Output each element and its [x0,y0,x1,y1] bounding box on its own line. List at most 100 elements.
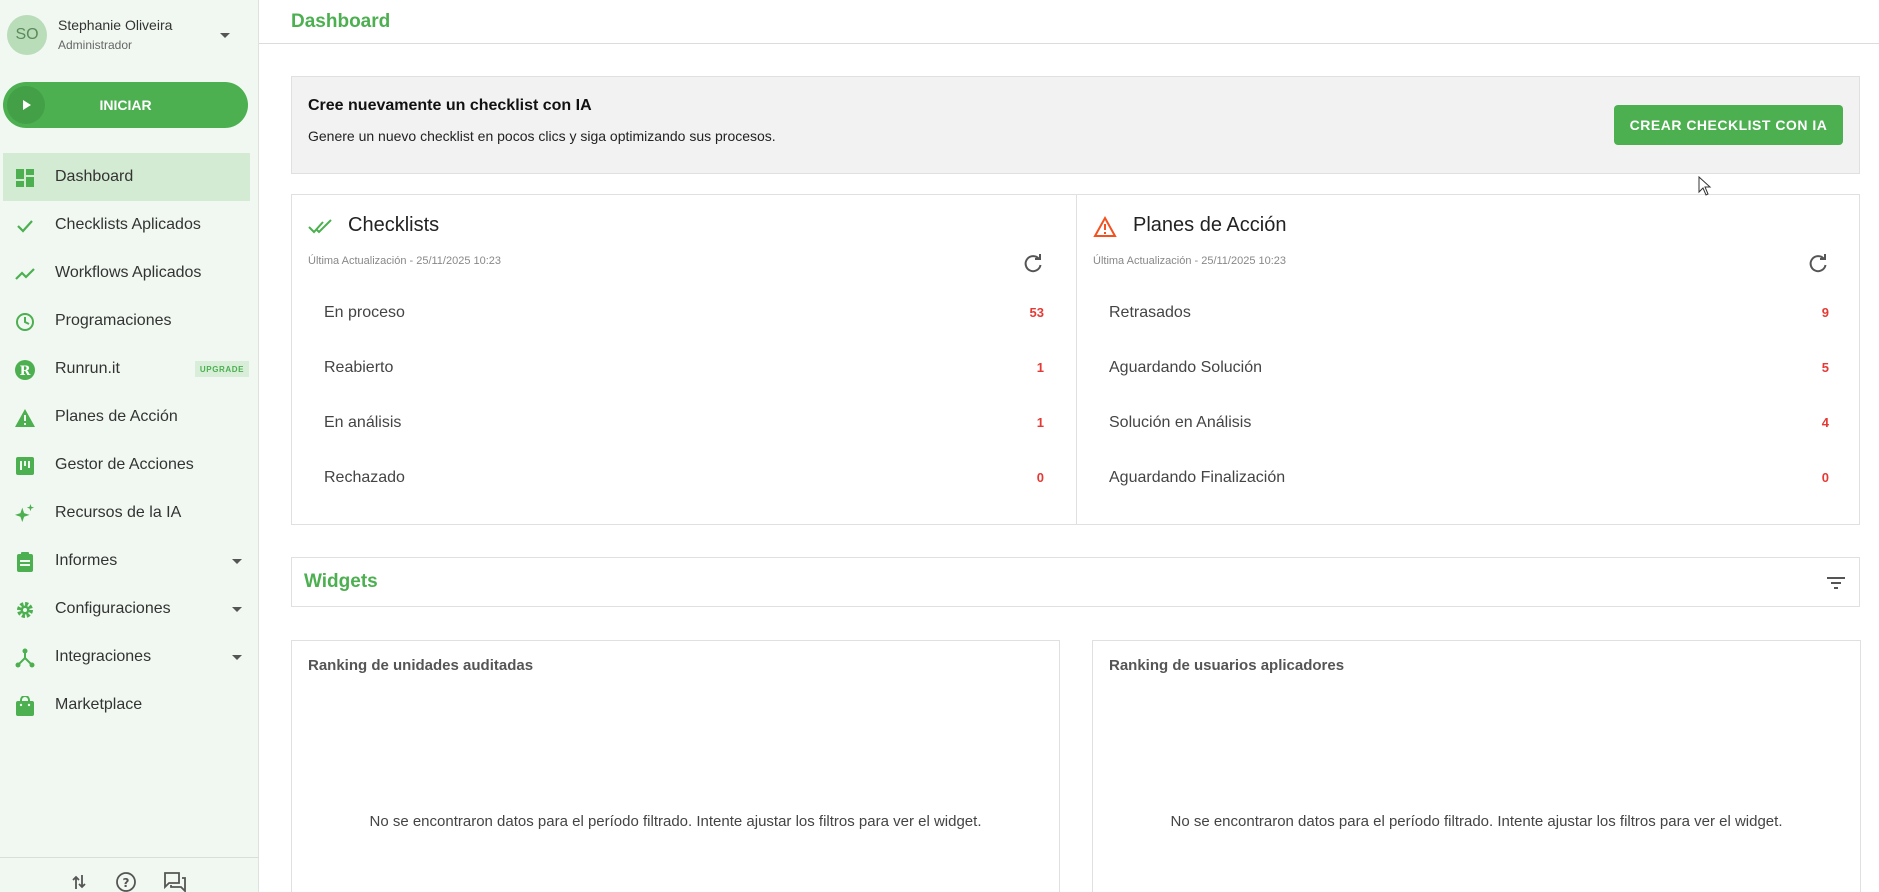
stat-label: Aguardando Solución [1109,359,1263,376]
widgets-header: Widgets [291,557,1860,607]
user-role: Administrador [58,38,133,52]
sidebar-item-label: Dashboard [55,168,134,185]
stat-value: 0 [1821,470,1829,485]
sidebar-item-label: Configuraciones [55,600,171,617]
widget-title: Ranking de usuarios aplicadores [1109,657,1345,674]
stat-value: 53 [1029,305,1044,320]
widget-card-users: Ranking de usuarios aplicadores No se en… [1092,640,1861,892]
stat-row[interactable]: Reabierto 1 [324,349,1044,389]
upgrade-badge[interactable]: UPGRADE [195,361,249,377]
help-icon[interactable]: ? [115,871,137,892]
stat-label: En análisis [324,414,402,431]
chat-icon[interactable] [163,871,186,892]
cursor-icon [1698,175,1712,196]
sidebar-item-label: Checklists Aplicados [55,216,201,233]
chevron-down-icon [232,607,242,612]
sidebar-item-label: Planes de Acción [55,408,178,425]
stat-row[interactable]: En análisis 1 [324,404,1044,444]
widgets-title: Widgets [304,571,378,592]
sidebar-footer: ? [0,857,259,892]
chevron-down-icon [232,655,242,660]
sidebar-item-label: Workflows Aplicados [55,264,202,281]
sidebar-item-label: Recursos de la IA [55,504,182,521]
warning-icon [1093,215,1117,239]
last-update: Última Actualización - 25/11/2025 10:23 [1093,255,1287,267]
stat-row[interactable]: Aguardando Finalización 0 [1109,459,1829,499]
stat-row[interactable]: Solución en Análisis 4 [1109,404,1829,444]
stat-label: Reabierto [324,359,394,376]
banner-title: Cree nuevamente un checklist con IA [308,97,592,114]
stat-label: Retrasados [1109,304,1191,321]
stat-label: Rechazado [324,469,405,486]
sidebar-item-programaciones[interactable]: Programaciones [0,297,259,345]
dashboard-icon [15,168,35,188]
stat-row[interactable]: Retrasados 9 [1109,294,1829,334]
stat-row[interactable]: Aguardando Solución 5 [1109,349,1829,389]
refresh-icon[interactable] [1022,253,1044,275]
stats-section: Checklists Última Actualización - 25/11/… [291,194,1860,525]
sidebar-item-workflows[interactable]: Workflows Aplicados [0,249,259,297]
user-menu[interactable]: SO Stephanie Oliveira Administrador [0,0,259,74]
chevron-down-icon[interactable] [220,33,230,38]
sidebar-nav: Dashboard Checklists Aplicados Workflows… [0,153,259,729]
stat-value: 1 [1036,415,1044,430]
stat-value: 5 [1821,360,1829,375]
trend-icon [15,264,35,284]
stat-label: Aguardando Finalización [1109,469,1286,486]
banner-subtitle: Genere un nuevo checklist en pocos clics… [308,128,776,144]
sidebar-item-integraciones[interactable]: Integraciones [0,633,259,681]
sidebar-item-checklists[interactable]: Checklists Aplicados [0,201,259,249]
svg-text:?: ? [123,876,130,890]
checklists-panel: Checklists Última Actualización - 25/11/… [292,195,1076,524]
clipboard-icon [15,552,35,572]
double-check-icon [308,215,332,239]
widget-card-units: Ranking de unidades auditadas No se enco… [291,640,1060,892]
runrun-icon: R [15,360,35,380]
action-plans-title: Planes de Acción [1133,214,1287,236]
filter-icon[interactable] [1825,573,1847,593]
sidebar-item-label: Marketplace [55,696,143,713]
kanban-icon [15,456,35,476]
sidebar-item-marketplace[interactable]: Marketplace [0,681,259,729]
avatar: SO [7,15,47,55]
clock-icon [15,312,35,332]
warning-icon [15,408,35,428]
sidebar-item-runrun[interactable]: R Runrun.it UPGRADE [0,345,259,393]
stat-label: En proceso [324,304,405,321]
sidebar-item-label: Runrun.it [55,360,120,377]
sidebar-item-configuraciones[interactable]: Configuraciones [0,585,259,633]
svg-text:R: R [20,364,31,379]
sidebar-item-label: Integraciones [55,648,152,665]
user-name: Stephanie Oliveira [58,17,173,33]
action-plans-panel: Planes de Acción Última Actualización - … [1076,195,1860,524]
empty-message: No se encontraron datos para el período … [1170,813,1783,830]
sidebar-item-recursos-ia[interactable]: Recursos de la IA [0,489,259,537]
sidebar-item-informes[interactable]: Informes [0,537,259,585]
last-update: Última Actualización - 25/11/2025 10:23 [308,255,502,267]
hub-icon [15,648,35,668]
stat-label: Solución en Análisis [1109,414,1252,431]
start-button[interactable]: INICIAR [3,82,248,128]
chevron-down-icon [232,559,242,564]
sparkle-icon [15,504,35,524]
start-button-label: INICIAR [99,97,152,113]
sidebar-item-planes[interactable]: Planes de Acción [0,393,259,441]
sidebar-item-label: Gestor de Acciones [55,456,194,473]
gear-icon [15,600,35,620]
stat-row[interactable]: En proceso 53 [324,294,1044,334]
widget-title: Ranking de unidades auditadas [308,657,534,674]
sidebar-item-label: Informes [55,552,118,569]
sort-icon[interactable] [68,871,90,892]
ai-checklist-banner: Cree nuevamente un checklist con IA Gene… [291,76,1860,174]
create-ai-checklist-button[interactable]: CREAR CHECKLIST CON IA [1614,105,1843,145]
refresh-icon[interactable] [1807,253,1829,275]
stat-value: 4 [1821,415,1829,430]
empty-message: No se encontraron datos para el período … [369,813,982,830]
bag-icon [15,696,35,716]
stat-value: 0 [1036,470,1044,485]
sidebar-item-dashboard[interactable]: Dashboard [3,153,250,201]
stat-value: 1 [1036,360,1044,375]
sidebar-item-gestor[interactable]: Gestor de Acciones [0,441,259,489]
stat-row[interactable]: Rechazado 0 [324,459,1044,499]
stat-value: 9 [1821,305,1829,320]
